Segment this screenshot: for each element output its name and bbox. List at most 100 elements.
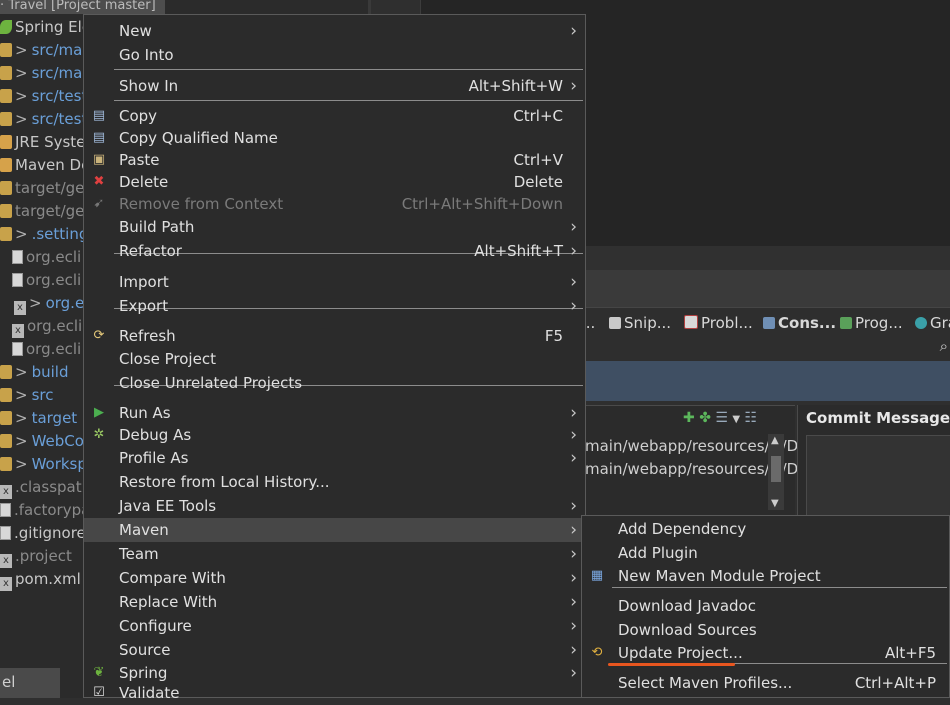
menu-item-close-unrelated-projects[interactable]: Close Unrelated Projects [84,371,585,395]
submenu-item-download-javadoc[interactable]: Download Javadoc [582,594,949,618]
scroll-up-icon[interactable]: ▲ [771,435,779,446]
tree-item[interactable]: > Workspa [0,453,96,476]
tree-item[interactable]: > WebCor [0,430,90,453]
chevron-right-icon[interactable]: > [15,409,28,427]
menu-item-close-project[interactable]: Close Project [84,347,585,371]
menu-item-copy[interactable]: ▤ Copy Ctrl+C [84,104,585,128]
chevron-right-icon[interactable]: > [15,41,28,59]
submenu-item-new-maven-module-project[interactable]: ▦ New Maven Module Project [582,564,949,588]
staged-file-row[interactable]: main/webapp/resources/js/D [585,458,798,480]
tree-item-label: org.ecli [26,271,82,289]
tree-item[interactable]: Maven De [0,154,90,177]
tree-item[interactable]: x org.ecli [12,315,82,338]
menu-item-new[interactable]: New › [84,19,585,43]
tree-item[interactable]: > src/test/ [0,108,92,131]
menu-item-export[interactable]: Export › [84,294,585,318]
tree-item[interactable]: > src/main [0,62,96,85]
menu-item-java-ee-tools[interactable]: Java EE Tools › [84,494,585,518]
submenu-item-shortcut: Alt+F5 [884,644,936,662]
menu-item-configure[interactable]: Configure › [84,614,585,638]
submenu-item-add-dependency[interactable]: Add Dependency [582,517,949,541]
package-folder-icon [0,43,12,57]
tab-snippets[interactable]: Snip... [609,308,671,338]
tree-item-label: Maven De [15,156,91,174]
tab-progress[interactable]: Prog... [840,308,903,338]
menu-item-copy-qualified-name[interactable]: ▤ Copy Qualified Name [84,126,585,150]
tree-item[interactable]: .factorypat [0,499,96,522]
progress-icon [840,317,852,329]
menu-item-team[interactable]: Team › [84,542,585,566]
xml-file-icon: x [14,301,26,315]
chevron-right-icon[interactable]: > [15,363,28,381]
tree-item[interactable]: > src/main [0,39,96,62]
menu-item-delete[interactable]: ✖ Delete Delete [84,170,585,194]
tree-item[interactable]: org.ecli [12,246,81,269]
tree-item[interactable]: > target [0,407,77,430]
menu-item-label: Delete [119,173,169,191]
menu-item-import[interactable]: Import › [84,270,585,294]
tree-item[interactable]: x pom.xml [0,568,81,591]
menu-item-go-into[interactable]: Go Into [84,43,585,67]
tree-item[interactable]: > src/test/ [0,85,92,108]
chevron-right-icon[interactable]: > [15,64,28,82]
tree-item[interactable]: org.ecli [12,269,81,292]
menu-item-validate[interactable]: ☑ Validate [84,681,585,705]
menu-item-remove-from-context[interactable]: ➹ Remove from Context Ctrl+Alt+Shift+Down [84,192,585,216]
tree-item[interactable]: target/gen [0,177,94,200]
scroll-down-icon[interactable]: ▼ [771,498,779,509]
tree-item[interactable]: > .settings [0,223,96,246]
menu-item-refactor[interactable]: Refactor Alt+Shift+T › [84,239,585,263]
menu-item-debug-as[interactable]: ✲ Debug As › [84,423,585,447]
tree-item-label: org.ecli [26,248,82,266]
tree-item[interactable]: .gitignore [0,522,86,545]
menu-item-build-path[interactable]: Build Path › [84,215,585,239]
menu-item-paste[interactable]: ▣ Paste Ctrl+V [84,148,585,172]
tree-item[interactable]: > build [0,361,68,384]
menu-item-label: Copy Qualified Name [119,129,278,147]
staged-file-row[interactable]: main/webapp/resources/js/D [585,435,798,457]
tree-item[interactable]: target/gen [0,200,94,223]
tree-item[interactable]: x .project [0,545,72,568]
submenu-item-download-sources[interactable]: Download Sources [582,618,949,642]
tab-problems[interactable]: Probl... [684,308,753,338]
submenu-item-update-project[interactable]: ⟲ Update Project... Alt+F5 [582,641,949,665]
submenu-item-select-maven-profiles[interactable]: Select Maven Profiles... Ctrl+Alt+P [582,671,949,695]
chevron-right-icon[interactable]: > [29,294,42,312]
search-icon[interactable]: ⌕ [940,337,948,355]
menu-item-label: Run As [119,404,171,422]
submenu-item-add-plugin[interactable]: Add Plugin [582,541,949,565]
tree-item[interactable]: > src [0,384,53,407]
tree-item[interactable]: x .classpath [0,476,91,499]
tab-gradle[interactable]: Gra [915,308,950,338]
staged-scrollbar[interactable]: ▲ ▼ [768,434,784,510]
menu-item-replace-with[interactable]: Replace With › [84,590,585,614]
add-all-icon[interactable]: ✤ [699,410,711,426]
folder-icon [0,434,12,448]
list-view-icon[interactable]: ☰ [715,410,728,426]
chevron-right-icon[interactable]: > [15,225,28,243]
chevron-right-icon[interactable]: > [15,455,28,473]
menu-item-compare-with[interactable]: Compare With › [84,566,585,590]
chevron-right-icon[interactable]: > [15,87,28,105]
tree-item-label: WebCor [31,432,91,450]
add-icon[interactable]: ✚ [683,410,695,426]
menu-item-profile-as[interactable]: Profile As › [84,446,585,470]
menu-item-maven[interactable]: Maven › [84,518,585,542]
scroll-thumb[interactable] [771,456,781,482]
menu-item-show-in[interactable]: Show In Alt+Shift+W › [84,74,585,98]
menu-item-restore-from-local-history[interactable]: Restore from Local History... [84,470,585,494]
commit-message-input[interactable] [806,435,950,517]
chevron-right-icon[interactable]: > [15,386,28,404]
chevron-down-icon[interactable]: ▼ [732,414,740,425]
tree-item[interactable]: x > org.e [14,292,84,315]
tree-item[interactable]: Spring Ele [0,16,91,39]
tree-item[interactable]: org.ecli [12,338,81,361]
tree-view-icon[interactable]: ☷ [745,410,758,426]
chevron-right-icon[interactable]: > [15,432,28,450]
chevron-right-icon[interactable]: > [15,110,28,128]
menu-item-refresh[interactable]: ⟳ Refresh F5 [84,324,585,348]
menu-item-source[interactable]: Source › [84,638,585,662]
bottom-view-tab[interactable]: el [0,668,60,698]
menu-item-run-as[interactable]: ▶ Run As › [84,401,585,425]
tab-console[interactable]: Cons... [763,308,836,338]
